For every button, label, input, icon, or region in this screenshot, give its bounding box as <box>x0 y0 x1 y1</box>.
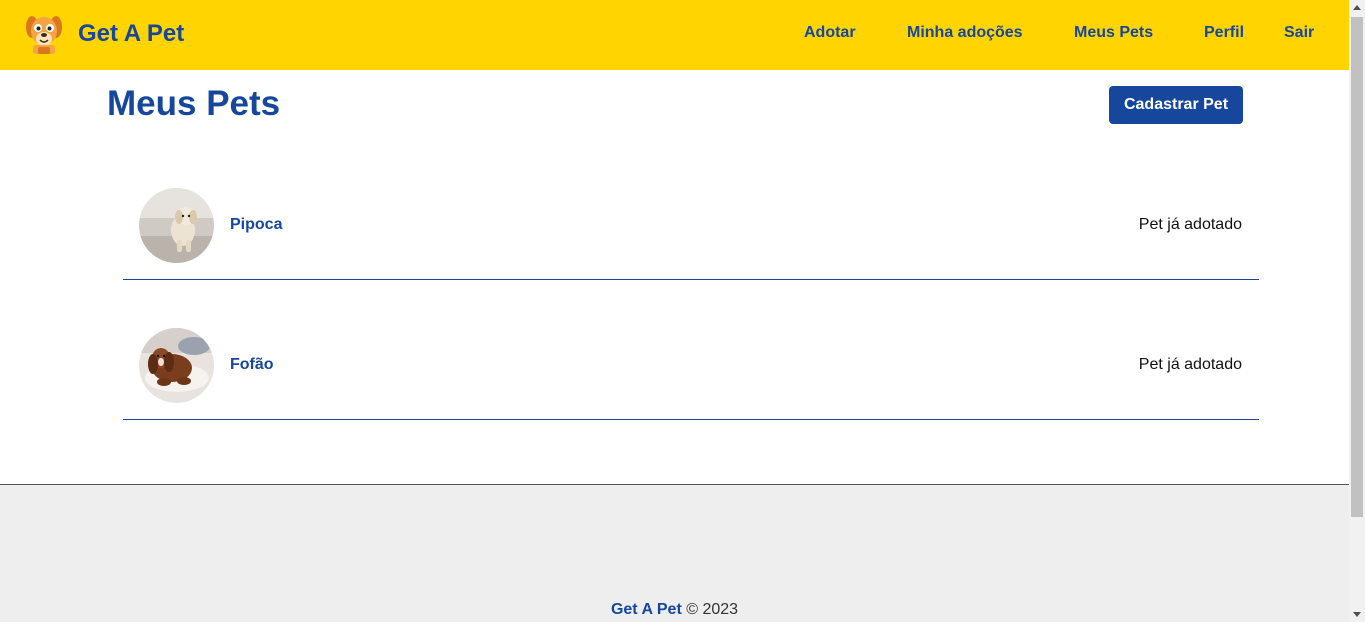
vertical-scrollbar[interactable] <box>1349 0 1365 622</box>
pet-status: Pet já adotado <box>1138 216 1242 233</box>
pet-name[interactable]: Fofão <box>230 356 274 374</box>
nav-item-sair[interactable]: Sair <box>1284 24 1314 42</box>
home-logo-link[interactable]: Get A Pet <box>25 13 184 55</box>
brand-name: Get A Pet <box>78 20 185 47</box>
nav-item-adotar[interactable]: Adotar <box>804 24 856 42</box>
pet-name[interactable]: Pipoca <box>230 216 282 234</box>
pet-status: Pet já adotado <box>1138 356 1242 373</box>
footer-text: Get A Pet © 2023 <box>0 601 1349 619</box>
nav-item-meus-pets[interactable]: Meus Pets <box>1074 24 1153 42</box>
footer-brand: Get A Pet <box>610 601 682 618</box>
footer-copyright: © 2023 <box>681 601 739 618</box>
scroll-up-arrow-icon[interactable] <box>1353 5 1361 10</box>
nav-item-minhas-adocoes[interactable]: Minha adoções <box>907 24 1023 42</box>
scrollbar-thumb[interactable] <box>1351 17 1363 517</box>
pet-list-item: Pipoca Pet já adotado <box>123 188 1259 280</box>
navbar: Get A Pet Adotar Minha adoções Meus Pets… <box>0 0 1349 70</box>
add-pet-button[interactable]: Cadastrar Pet <box>1109 86 1243 124</box>
pet-photo-spaniel <box>139 328 214 403</box>
page-title: Meus Pets <box>107 84 281 123</box>
nav-item-perfil[interactable]: Perfil <box>1204 24 1244 42</box>
footer: Get A Pet © 2023 <box>0 484 1349 622</box>
scroll-down-arrow-icon[interactable] <box>1353 612 1361 617</box>
pet-photo-puppy <box>139 188 214 263</box>
dog-face-icon <box>26 16 62 54</box>
pet-list-item: Fofão Pet já adotado <box>123 328 1259 420</box>
